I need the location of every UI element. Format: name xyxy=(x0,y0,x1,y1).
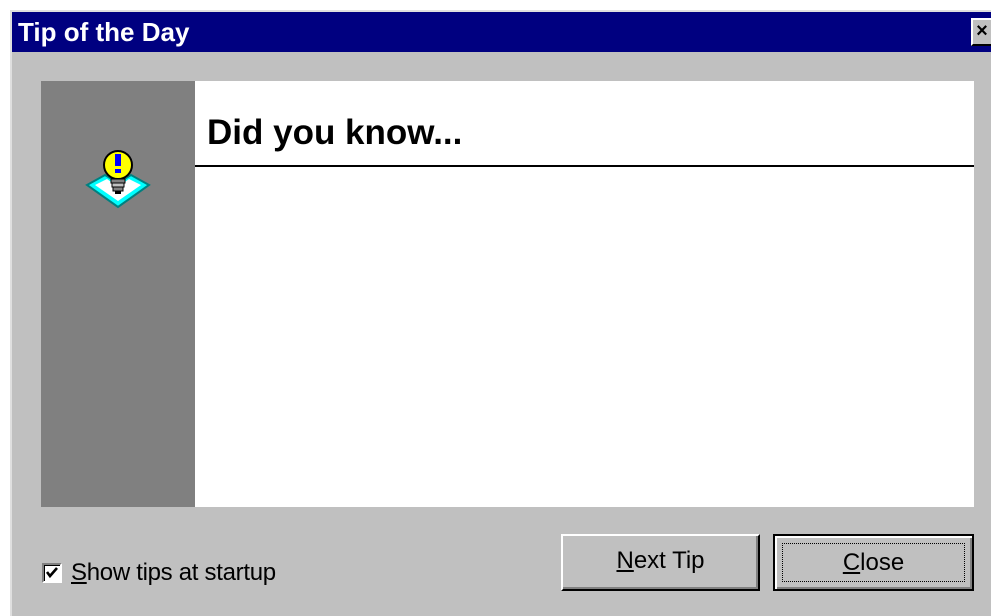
show-tips-label: Show tips at startup xyxy=(71,559,276,586)
side-strip xyxy=(41,81,195,507)
lightbulb-icon xyxy=(85,150,151,209)
title-bar[interactable]: Tip of the Day × xyxy=(12,12,991,52)
heading-divider xyxy=(195,165,974,167)
tip-panel: Did you know... xyxy=(41,81,974,507)
next-tip-button[interactable]: Next Tip xyxy=(561,534,760,591)
close-button[interactable]: Close xyxy=(773,534,974,591)
close-icon: × xyxy=(976,20,988,42)
checkbox-box[interactable] xyxy=(42,563,62,583)
close-window-button[interactable]: × xyxy=(971,18,991,46)
window-title: Tip of the Day xyxy=(18,17,190,47)
show-tips-at-startup-checkbox[interactable]: Show tips at startup xyxy=(42,559,276,587)
tip-of-the-day-dialog: Tip of the Day × Did you know... Show ti… xyxy=(10,10,991,616)
tip-heading: Did you know... xyxy=(207,113,463,152)
focus-ring: Close xyxy=(782,543,965,582)
checkmark-icon xyxy=(45,567,58,579)
